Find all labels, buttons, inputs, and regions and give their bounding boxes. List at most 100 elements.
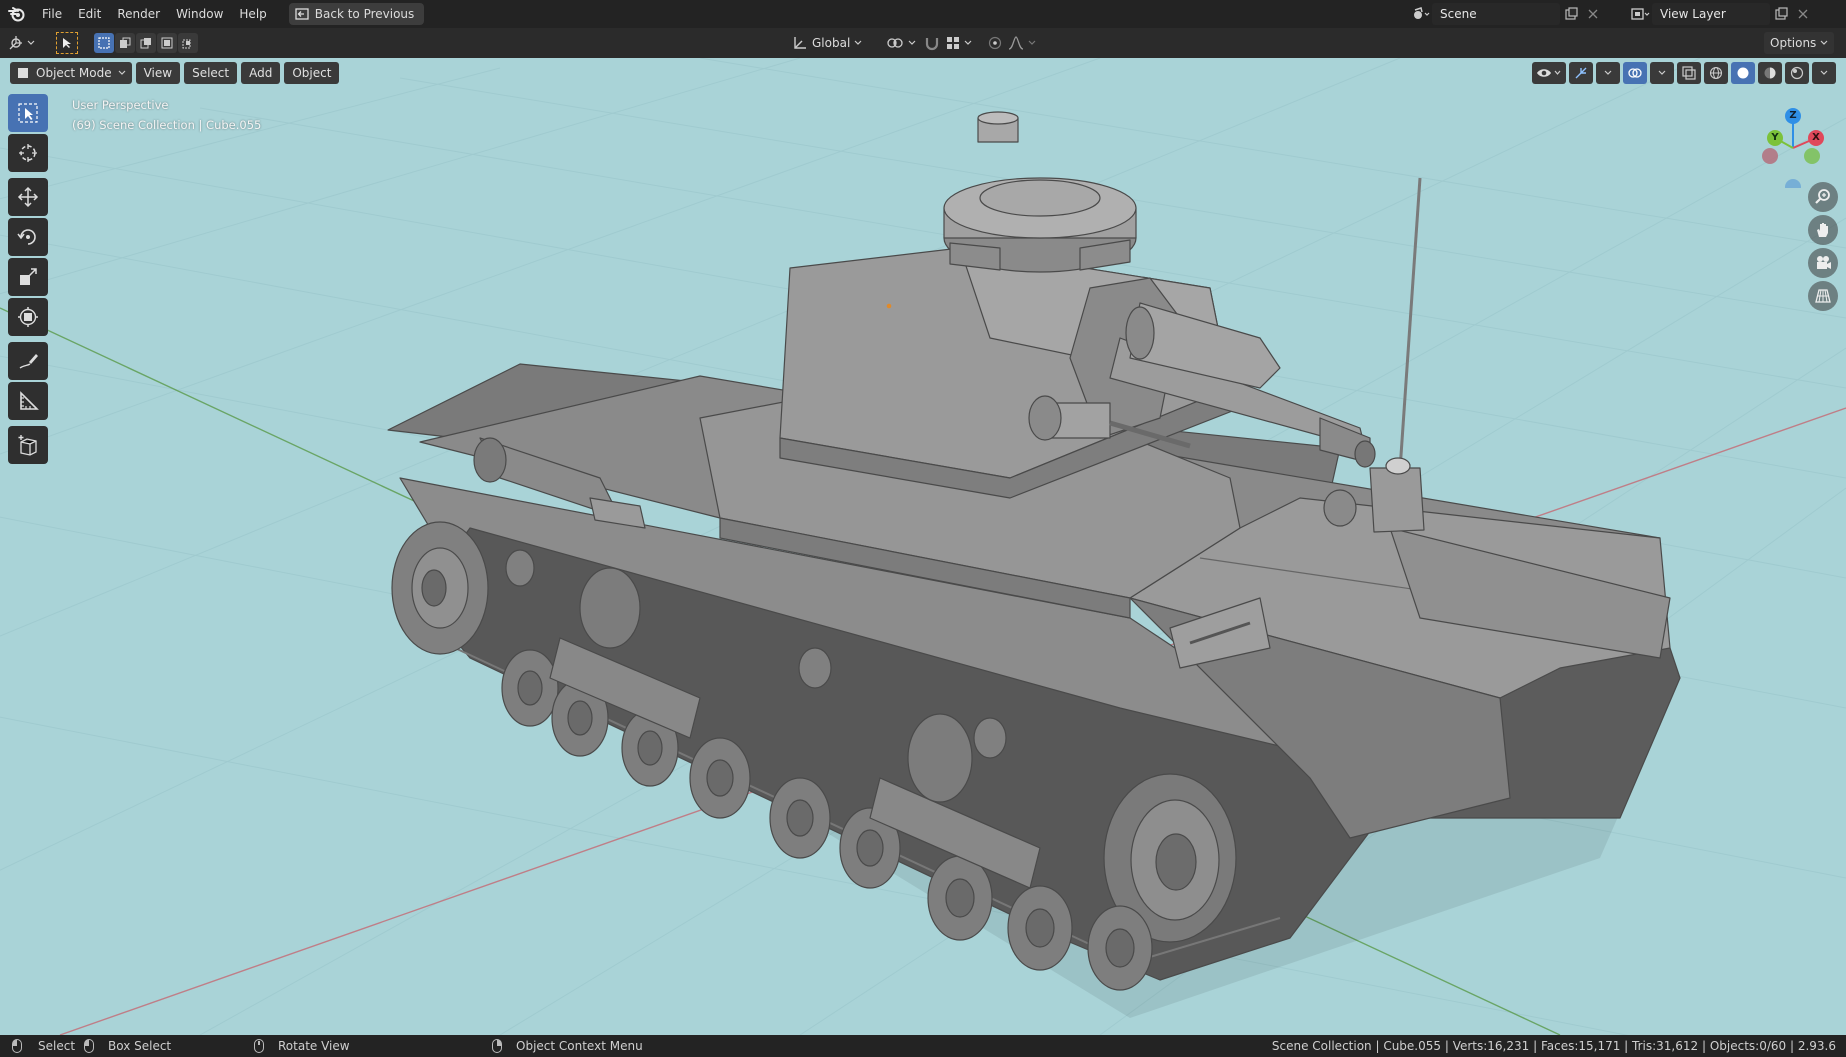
xray-toggle[interactable] bbox=[1677, 62, 1701, 84]
blender-logo-icon[interactable] bbox=[0, 0, 34, 28]
transform-icon bbox=[18, 307, 38, 327]
annotate-tool[interactable] bbox=[8, 342, 48, 380]
solid-sphere-icon bbox=[1737, 67, 1749, 79]
cursor-tool[interactable] bbox=[8, 134, 48, 172]
menu-edit[interactable]: Edit bbox=[70, 3, 109, 25]
middle-mouse-icon bbox=[254, 1039, 264, 1053]
delete-view-layer-icon[interactable] bbox=[1792, 3, 1814, 25]
set-new-selection-button[interactable] bbox=[94, 33, 114, 53]
x-axis-handle[interactable]: X bbox=[1808, 130, 1824, 146]
top-menubar: File Edit Render Window Help Back to Pre… bbox=[0, 0, 1846, 28]
mode-label: Object Mode bbox=[36, 66, 112, 80]
add-cube-tool[interactable] bbox=[8, 426, 48, 464]
selection-mode-buttons bbox=[94, 32, 199, 54]
collection-info-label: (69) Scene Collection | Cube.055 bbox=[72, 118, 262, 132]
eye-icon bbox=[1537, 69, 1561, 77]
pan-button[interactable] bbox=[1808, 215, 1838, 245]
camera-icon bbox=[1817, 256, 1831, 269]
rendered-shading-button[interactable] bbox=[1785, 62, 1809, 84]
view-layer-name-field[interactable]: View Layer bbox=[1652, 3, 1770, 25]
zoom-button[interactable] bbox=[1808, 182, 1838, 212]
add-cube-icon bbox=[18, 435, 37, 456]
view-layer-selector: View Layer bbox=[1630, 3, 1814, 25]
menu-render[interactable]: Render bbox=[109, 3, 168, 25]
shading-dropdown[interactable] bbox=[1812, 62, 1836, 84]
chevron-down-icon bbox=[1658, 70, 1666, 75]
measure-tool[interactable] bbox=[8, 382, 48, 420]
viewport-info-overlay: User Perspective (69) Scene Collection |… bbox=[72, 95, 261, 135]
select-menu[interactable]: Select bbox=[184, 62, 238, 84]
view-menu[interactable]: View bbox=[135, 62, 181, 84]
editor-type-selector[interactable] bbox=[8, 32, 38, 54]
pivot-point-dropdown[interactable] bbox=[880, 32, 922, 54]
object-mode-dropdown[interactable]: Object Mode bbox=[10, 62, 132, 84]
material-preview-button[interactable] bbox=[1758, 62, 1782, 84]
select-box-tool[interactable] bbox=[8, 94, 48, 132]
viewport-shading-controls bbox=[1532, 62, 1836, 84]
menu-file[interactable]: File bbox=[34, 3, 70, 25]
options-dropdown[interactable]: Options bbox=[1764, 32, 1835, 54]
hint-context-menu-label: Object Context Menu bbox=[516, 1039, 643, 1053]
rotate-icon bbox=[17, 229, 36, 245]
camera-view-button[interactable] bbox=[1808, 248, 1838, 278]
overlays-toggle[interactable] bbox=[1623, 62, 1647, 84]
transform-orientation-dropdown[interactable]: Global bbox=[786, 32, 868, 54]
view-layer-browse-icon[interactable] bbox=[1630, 3, 1652, 25]
scene-name-field[interactable]: Scene bbox=[1432, 3, 1560, 25]
wireframe-shading-button[interactable] bbox=[1704, 62, 1728, 84]
hint-box-select-label: Box Select bbox=[108, 1039, 172, 1053]
grid-perspective-icon bbox=[1815, 289, 1831, 303]
chevron-down-icon bbox=[1820, 70, 1828, 75]
z-axis-handle[interactable]: Z bbox=[1785, 108, 1801, 124]
delete-scene-icon[interactable] bbox=[1582, 3, 1604, 25]
gizmos-toggle[interactable] bbox=[1569, 62, 1593, 84]
y-axis-handle[interactable]: Y bbox=[1767, 130, 1783, 146]
move-tool[interactable] bbox=[8, 178, 48, 216]
menu-help[interactable]: Help bbox=[231, 3, 274, 25]
orientation-global-icon bbox=[794, 37, 806, 49]
object-menu[interactable]: Object bbox=[284, 62, 340, 84]
overlays-icon bbox=[1628, 68, 1642, 78]
3d-viewport[interactable]: Object Mode View Select Add Object User … bbox=[0, 58, 1846, 1035]
tool-header: Global Options bbox=[0, 28, 1846, 58]
proportional-falloff-dropdown[interactable] bbox=[1002, 32, 1042, 54]
overlays-dropdown[interactable] bbox=[1650, 62, 1674, 84]
invert-selection-button[interactable] bbox=[157, 33, 177, 53]
hint-context-menu: Object Context Menu bbox=[492, 1039, 643, 1053]
right-mouse-icon bbox=[492, 1039, 502, 1053]
select-cursor-icon bbox=[18, 103, 38, 123]
viewport-scene bbox=[0, 58, 1846, 1035]
hint-select-label: Select bbox=[38, 1039, 76, 1053]
left-drag-mouse-icon bbox=[84, 1039, 94, 1053]
new-view-layer-icon[interactable] bbox=[1770, 3, 1792, 25]
new-scene-icon[interactable] bbox=[1560, 3, 1582, 25]
falloff-curve-icon bbox=[1008, 36, 1024, 50]
rotate-tool[interactable] bbox=[8, 218, 48, 256]
gizmos-dropdown[interactable] bbox=[1596, 62, 1620, 84]
scene-browse-icon[interactable] bbox=[1410, 3, 1432, 25]
subtract-selection-button[interactable] bbox=[136, 33, 156, 53]
intersect-selection-button[interactable] bbox=[178, 33, 198, 53]
xray-icon bbox=[1682, 66, 1696, 80]
perspective-toggle-button[interactable] bbox=[1808, 281, 1838, 311]
solid-shading-button[interactable] bbox=[1731, 62, 1755, 84]
scene-selector: Scene bbox=[1410, 3, 1604, 25]
chevron-down-icon bbox=[964, 40, 972, 45]
object-visibility-dropdown[interactable] bbox=[1532, 62, 1566, 84]
transform-tool[interactable] bbox=[8, 298, 48, 336]
pivot-point-icon bbox=[887, 38, 903, 48]
rendered-sphere-icon bbox=[1790, 66, 1804, 80]
pencil-icon bbox=[19, 354, 38, 369]
chevron-down-icon bbox=[118, 70, 126, 75]
magnifier-icon bbox=[1815, 189, 1830, 204]
back-button-label: Back to Previous bbox=[314, 7, 415, 21]
select-box-tool-icon bbox=[56, 32, 78, 54]
menu-window[interactable]: Window bbox=[168, 3, 231, 25]
add-menu[interactable]: Add bbox=[241, 62, 281, 84]
navigation-gizmo[interactable]: Z X Y bbox=[1758, 98, 1828, 195]
extend-selection-button[interactable] bbox=[115, 33, 135, 53]
back-to-previous-button[interactable]: Back to Previous bbox=[288, 3, 425, 25]
snap-target-dropdown[interactable] bbox=[940, 32, 978, 54]
scale-tool[interactable] bbox=[8, 258, 48, 296]
active-tool-indicator[interactable] bbox=[56, 32, 78, 54]
